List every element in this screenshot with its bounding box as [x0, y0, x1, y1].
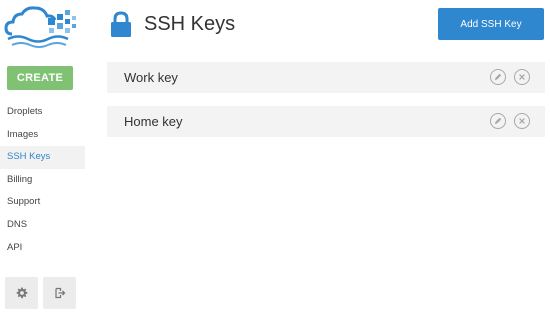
edit-icon[interactable]	[490, 113, 506, 129]
sidebar-item-droplets[interactable]: Droplets	[0, 101, 85, 124]
key-name: Home key	[124, 114, 183, 129]
settings-button[interactable]	[5, 277, 38, 309]
list-item[interactable]: Home key	[107, 106, 545, 137]
lock-icon	[111, 10, 131, 37]
sidebar-item-api[interactable]: API	[0, 237, 85, 260]
logo[interactable]	[4, 4, 78, 50]
key-name: Work key	[124, 70, 178, 85]
sidebar-item-ssh-keys[interactable]: SSH Keys	[0, 146, 85, 169]
sidebar-item-images[interactable]: Images	[0, 124, 85, 147]
sidebar-nav: Droplets Images SSH Keys Billing Support…	[0, 101, 85, 259]
gear-icon	[16, 287, 27, 299]
row-actions	[490, 69, 530, 85]
page-title: SSH Keys	[144, 12, 236, 35]
create-button[interactable]: CREATE	[7, 66, 73, 90]
page-header: SSH Keys	[110, 9, 235, 39]
add-ssh-key-button[interactable]: Add SSH Key	[438, 8, 544, 40]
logout-icon	[54, 287, 65, 299]
logout-button[interactable]	[43, 277, 76, 309]
sidebar-item-billing[interactable]: Billing	[0, 169, 85, 192]
sidebar-item-dns[interactable]: DNS	[0, 214, 85, 237]
sidebar-item-support[interactable]: Support	[0, 191, 85, 214]
delete-icon[interactable]	[514, 69, 530, 85]
edit-icon[interactable]	[490, 69, 506, 85]
sidebar: CREATE Droplets Images SSH Keys Billing …	[0, 0, 85, 317]
row-actions	[490, 113, 530, 129]
ssh-key-list: Work key Home key	[107, 62, 545, 150]
delete-icon[interactable]	[514, 113, 530, 129]
list-item[interactable]: Work key	[107, 62, 545, 93]
